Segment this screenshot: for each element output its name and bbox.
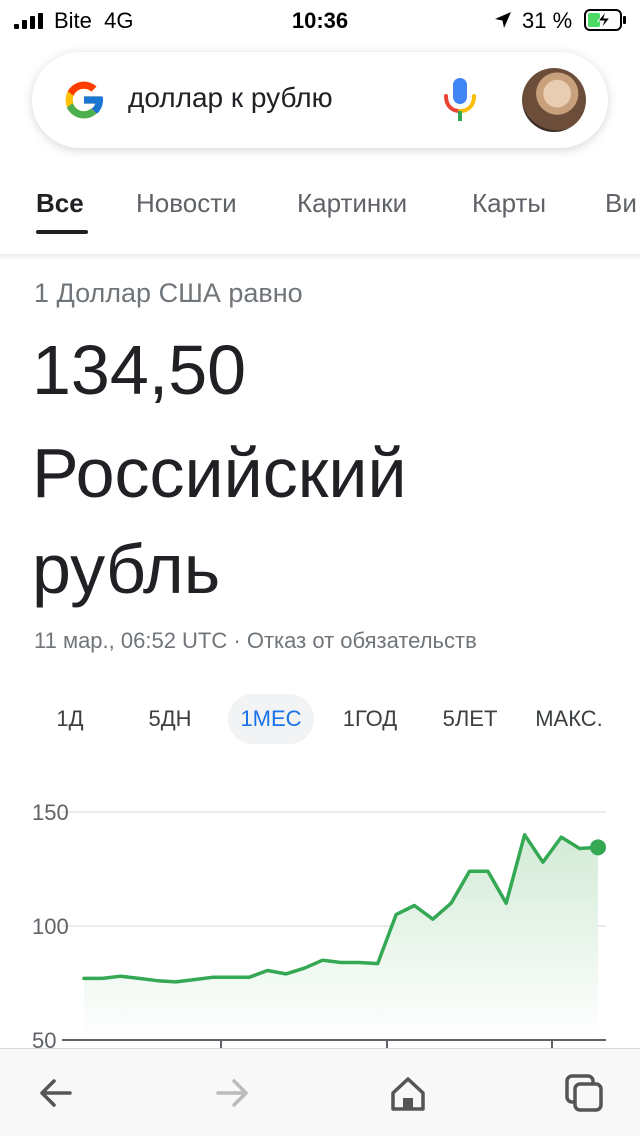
- chart-y-tick-label: 50: [32, 1028, 56, 1050]
- tabs-divider: [0, 254, 640, 260]
- search-tabs: Все Новости Картинки Карты Ви: [0, 168, 640, 256]
- update-timestamp: 11 мар., 06:52 UTC · Отказ от обязательс…: [34, 628, 477, 654]
- chart-y-axis-labels: 150 100 50: [32, 800, 69, 1050]
- browser-toolbar: [0, 1048, 640, 1136]
- tab-video[interactable]: Ви: [605, 188, 637, 219]
- conversion-equals-text: 1 Доллар США равно: [34, 278, 303, 308]
- chart-area-fill: [84, 834, 598, 1040]
- chart-y-tick-label: 100: [32, 914, 69, 939]
- range-1y[interactable]: 1ГОД: [330, 694, 410, 744]
- range-1d[interactable]: 1Д: [36, 694, 104, 744]
- range-5d[interactable]: 5ДН: [134, 694, 206, 744]
- disclaimer-link[interactable]: Отказ от обязательств: [247, 628, 477, 653]
- back-arrow-icon[interactable]: [36, 1073, 76, 1113]
- timestamp-text: 11 мар., 06:52 UTC: [34, 628, 228, 653]
- tabs-switcher-icon[interactable]: [564, 1073, 604, 1113]
- active-tab-indicator: [36, 230, 88, 234]
- separator-dot: ·: [227, 628, 247, 653]
- chart-last-point: [590, 839, 606, 856]
- tab-news[interactable]: Новости: [136, 188, 237, 219]
- microphone-icon[interactable]: [440, 76, 480, 124]
- target-currency-name: Российский рубль: [32, 434, 407, 608]
- home-icon[interactable]: [388, 1073, 428, 1113]
- tab-maps[interactable]: Карты: [472, 188, 546, 219]
- location-arrow-icon: [495, 12, 511, 28]
- range-5y[interactable]: 5ЛЕТ: [430, 694, 510, 744]
- tab-images[interactable]: Картинки: [297, 188, 407, 219]
- status-bar: Bite 4G 10:36 31 %: [0, 0, 640, 40]
- tab-all[interactable]: Все: [36, 188, 84, 219]
- range-1m[interactable]: 1МЕС: [228, 694, 314, 744]
- chart-y-tick-label: 150: [32, 800, 69, 825]
- google-g-logo-icon: [65, 81, 104, 119]
- search-query-text[interactable]: доллар к рублю: [128, 82, 333, 114]
- account-avatar[interactable]: [522, 68, 586, 132]
- exchange-rate-chart[interactable]: 150 100 50: [0, 790, 640, 1050]
- conversion-value: 134,50: [32, 331, 247, 409]
- battery-charging-icon: [584, 9, 626, 31]
- forward-arrow-icon[interactable]: [212, 1073, 252, 1113]
- battery-percent: 31 %: [522, 8, 573, 33]
- search-box[interactable]: доллар к рублю: [32, 52, 608, 148]
- range-max[interactable]: МАКС.: [526, 694, 612, 744]
